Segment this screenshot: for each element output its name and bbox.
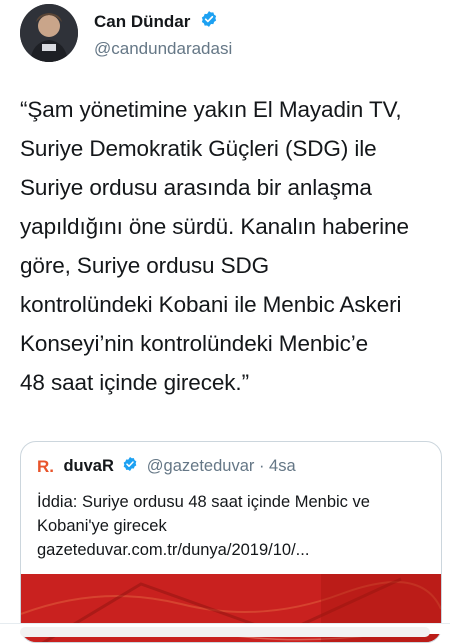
quoted-tweet-card[interactable]: R. duvaR @gazeteduvar · 4sa İddia: Suriy… (20, 441, 442, 643)
quoted-author-handle-time: @gazeteduvar · 4sa (146, 457, 296, 475)
avatar-image (20, 4, 78, 62)
author-name[interactable]: Can Dündar (94, 12, 190, 32)
quoted-tweet-header: R. duvaR @gazeteduvar · 4sa (37, 456, 296, 478)
author-block: Can Dündar @candundaradasi (94, 10, 232, 59)
author-handle[interactable]: @candundaradasi (94, 39, 232, 59)
quoted-tweet-text: İddia: Suriye ordusu 48 saat içinde Menb… (37, 493, 370, 559)
avatar[interactable] (20, 4, 78, 62)
quoted-author-name[interactable]: duvaR (63, 457, 113, 476)
tweet-header: Can Dündar @candundaradasi (20, 4, 440, 64)
next-element-edge (20, 627, 430, 637)
tweet-text: “Şam yönetimine yakın El Mayadin TV, Sur… (20, 97, 409, 395)
duvar-logo-icon: R. (37, 456, 54, 476)
verified-badge-icon (122, 456, 138, 477)
verified-badge-icon (200, 10, 218, 33)
